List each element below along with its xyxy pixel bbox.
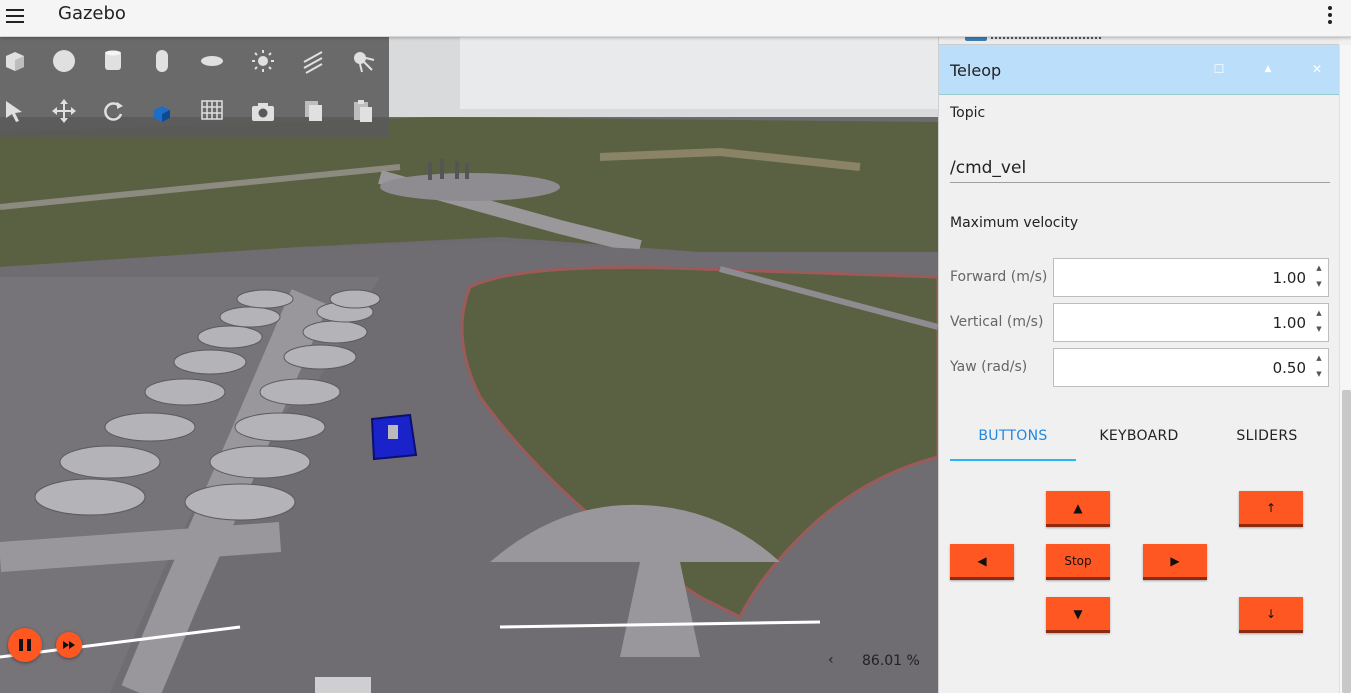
forward-velocity-value: 1.00 xyxy=(1272,269,1306,287)
tab-keyboard[interactable]: KEYBOARD xyxy=(1076,427,1202,461)
cylinder-icon[interactable] xyxy=(98,46,128,76)
select-arrow-icon[interactable] xyxy=(0,96,30,126)
vertical-velocity-input[interactable]: 1.00 ▲ ▼ xyxy=(1053,303,1329,342)
spot-light-icon[interactable] xyxy=(348,46,378,76)
vertical-label: Vertical (m/s) xyxy=(950,314,1044,330)
maximize-icon[interactable]: ☐ xyxy=(1210,60,1228,78)
rotate-icon[interactable] xyxy=(98,96,128,126)
yaw-velocity-value: 0.50 xyxy=(1272,359,1306,377)
teleop-header: Teleop ☐ ▲ ✕ xyxy=(939,45,1339,95)
sun-light-icon[interactable] xyxy=(248,46,278,76)
right-button[interactable]: ▶ xyxy=(1143,544,1207,580)
pause-button[interactable] xyxy=(8,628,42,662)
translate-icon[interactable] xyxy=(49,96,79,126)
topic-label: Topic xyxy=(950,105,986,121)
ellipsoid-icon[interactable] xyxy=(197,46,227,76)
copy-icon[interactable] xyxy=(298,96,328,126)
max-velocity-label: Maximum velocity xyxy=(950,215,1079,231)
teleop-title: Teleop xyxy=(950,61,1002,80)
capsule-icon[interactable] xyxy=(147,46,177,76)
step-forward-button[interactable] xyxy=(56,632,82,658)
spin-down-icon[interactable]: ▼ xyxy=(1314,325,1324,333)
vertical-velocity-value: 1.00 xyxy=(1272,314,1306,332)
spin-up-icon[interactable]: ▲ xyxy=(1314,354,1324,362)
real-time-factor: 86.01 % xyxy=(862,653,920,669)
right-panel: Teleop ☐ ▲ ✕ Topic Maximum velocity Forw… xyxy=(938,31,1351,693)
spin-up-icon[interactable]: ▲ xyxy=(1314,309,1324,317)
model-toolbar xyxy=(0,37,389,137)
paste-icon[interactable] xyxy=(348,96,378,126)
spin-down-icon[interactable]: ▼ xyxy=(1314,280,1324,288)
left-button[interactable]: ◀ xyxy=(950,544,1014,580)
forward-label: Forward (m/s) xyxy=(950,269,1048,285)
close-icon[interactable]: ✕ xyxy=(1308,60,1326,78)
up-button[interactable]: ↑ xyxy=(1239,491,1303,527)
yaw-label: Yaw (rad/s) xyxy=(950,359,1028,375)
forward-velocity-input[interactable]: 1.00 ▲ ▼ xyxy=(1053,258,1329,297)
spin-up-icon[interactable]: ▲ xyxy=(1314,264,1324,272)
menu-icon[interactable] xyxy=(6,6,26,26)
topic-input[interactable] xyxy=(950,145,1330,183)
grid-icon[interactable] xyxy=(197,96,227,126)
forward-button[interactable]: ▲ xyxy=(1046,491,1110,527)
directional-light-icon[interactable] xyxy=(298,46,328,76)
tab-sliders[interactable]: SLIDERS xyxy=(1202,427,1332,461)
down-button[interactable]: ↓ xyxy=(1239,597,1303,633)
more-options-icon[interactable] xyxy=(1323,4,1337,26)
tab-buttons[interactable]: BUTTONS xyxy=(950,427,1076,461)
spin-down-icon[interactable]: ▼ xyxy=(1314,370,1324,378)
fast-forward-icon xyxy=(63,641,75,649)
app-title: Gazebo xyxy=(58,3,126,24)
rtf-expand-chevron-icon[interactable]: ‹ xyxy=(828,652,834,668)
app-bar: Gazebo xyxy=(0,0,1351,37)
box-icon[interactable] xyxy=(0,46,30,76)
insert-model-icon[interactable] xyxy=(147,96,177,126)
camera-icon[interactable] xyxy=(248,96,278,126)
stop-button[interactable]: Stop xyxy=(1046,544,1110,580)
collapse-icon[interactable]: ▲ xyxy=(1259,60,1277,78)
sphere-icon[interactable] xyxy=(49,46,79,76)
yaw-velocity-input[interactable]: 0.50 ▲ ▼ xyxy=(1053,348,1329,387)
panel-scrollbar[interactable] xyxy=(1339,45,1351,693)
pause-icon xyxy=(19,639,31,651)
backward-button[interactable]: ▼ xyxy=(1046,597,1110,633)
scrollbar-thumb[interactable] xyxy=(1342,390,1351,693)
plugin-strip xyxy=(939,31,1339,45)
